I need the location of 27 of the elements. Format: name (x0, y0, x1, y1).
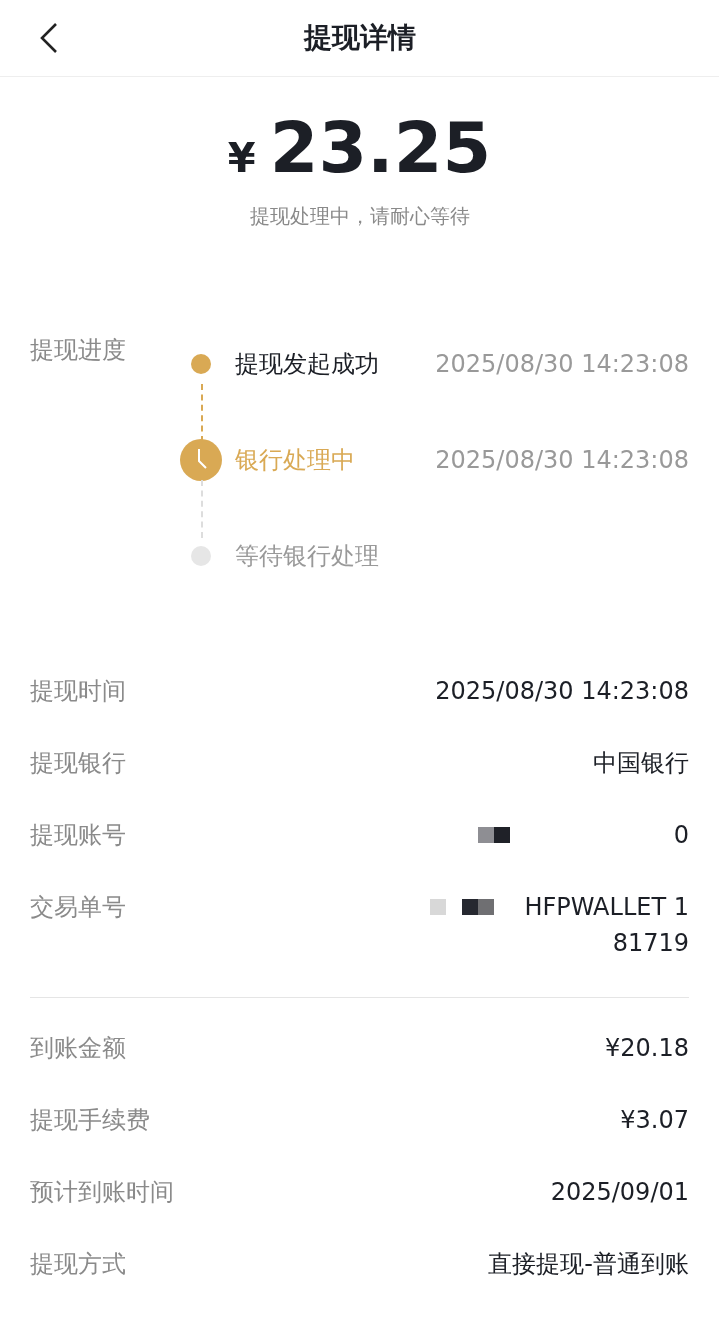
page-title: 提现详情 (303, 20, 416, 56)
detail-label: 提现手续费 (30, 1105, 150, 1136)
detail-value: 0 (673, 820, 689, 851)
detail-label: 提现方式 (30, 1249, 126, 1280)
step-title: 等待银行处理 (235, 541, 380, 572)
detail-value: ¥20.18 (605, 1033, 689, 1064)
detail-label: 提现账号 (30, 820, 126, 851)
amount-value: 23.25 (269, 107, 492, 189)
detail-value: 直接提现-普通到账 (488, 1249, 689, 1280)
detail-value: 81719 (612, 928, 689, 959)
detail-value: 中国银行 (593, 748, 689, 779)
detail-label: 提现时间 (30, 676, 126, 707)
step-time: 2025/08/30 14:23:08 (435, 350, 689, 378)
detail-value: HFPWALLET 1 (524, 892, 689, 923)
step-time: 2025/08/30 14:23:08 (435, 446, 689, 474)
detail-label: 到账金额 (30, 1033, 126, 1064)
progress-label: 提现进度 (30, 335, 127, 366)
currency-symbol: ¥ (227, 135, 256, 181)
detail-label: 预计到账时间 (30, 1177, 174, 1208)
detail-value: 2025/09/01 (550, 1177, 689, 1208)
detail-label: 交易单号 (30, 892, 126, 923)
status-note: 提现处理中，请耐心等待 (249, 203, 470, 230)
detail-value: ¥3.07 (620, 1105, 689, 1136)
step-title: 银行处理中 (235, 445, 356, 476)
step-title: 提现发起成功 (235, 349, 380, 380)
detail-value: 2025/08/30 14:23:08 (435, 676, 689, 707)
detail-label: 提现银行 (30, 748, 126, 779)
